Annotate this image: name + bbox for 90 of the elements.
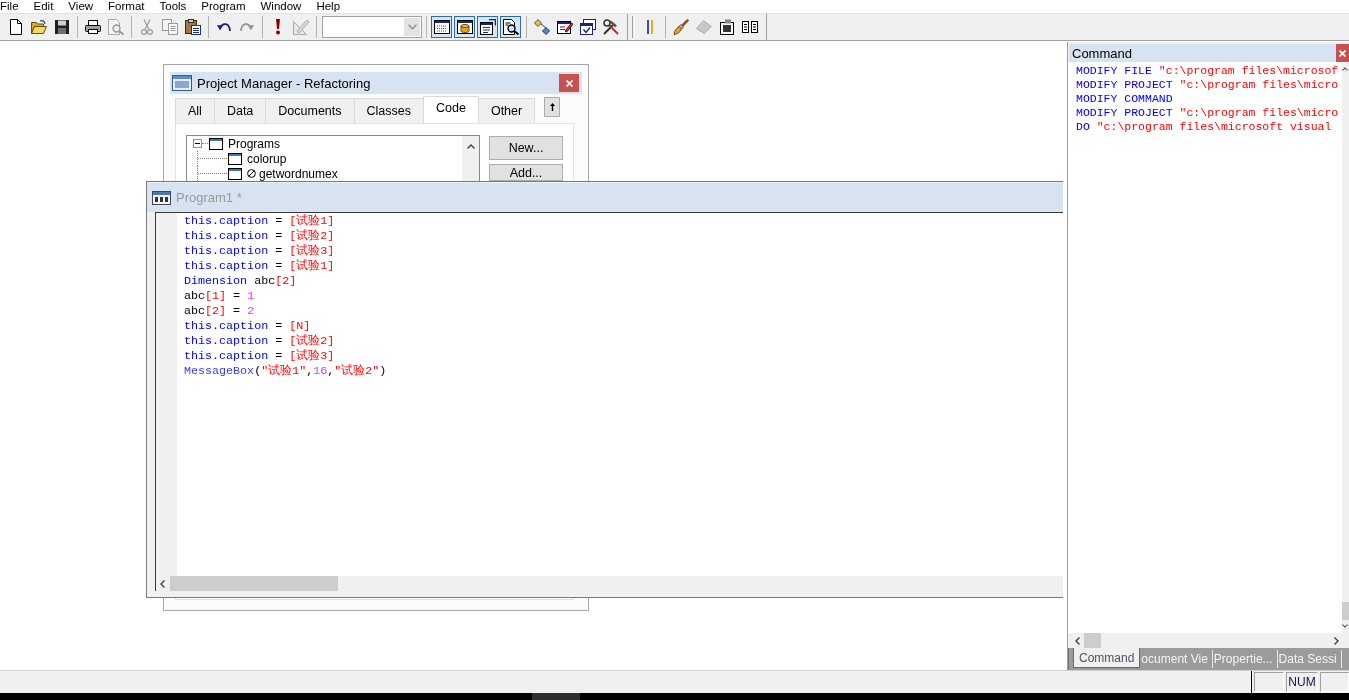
window-icon	[152, 190, 171, 205]
window-list-icon	[433, 20, 450, 34]
menu-item[interactable]: File	[0, 0, 19, 13]
command-line: MODIFY FILE "c:\program files\microsof	[1076, 64, 1339, 78]
window-pencil-icon	[556, 19, 573, 35]
toolbar-button[interactable]	[431, 16, 452, 38]
clipboard-icon	[184, 19, 201, 35]
scrollbar-thumb[interactable]	[1342, 602, 1349, 620]
square-frame-icon	[719, 19, 734, 35]
connector-icon	[533, 19, 550, 35]
menu-item[interactable]: Program	[201, 0, 246, 13]
window-title: Program1 *	[176, 190, 242, 205]
window-icon	[228, 152, 242, 165]
printer-icon	[84, 20, 101, 34]
close-button[interactable]	[1336, 44, 1349, 62]
exclamation-icon	[274, 19, 281, 35]
code-line: this.caption = [试验1]	[184, 259, 335, 274]
tab[interactable]: Data	[213, 98, 267, 123]
tab[interactable]: All	[175, 98, 215, 123]
status-panel	[1320, 672, 1349, 692]
ruler-pencil-icon	[292, 19, 309, 35]
collapse-button[interactable]	[544, 97, 561, 117]
tree-item[interactable]: colorup	[247, 151, 287, 166]
tab[interactable]: Other	[477, 98, 536, 123]
command-line: MODIFY COMMAND	[1076, 92, 1173, 106]
arrow-up-icon	[549, 103, 555, 111]
status-indicator: NUM	[1286, 672, 1318, 692]
window-title: Project Manager - Refactoring	[197, 75, 371, 91]
action-button[interactable]: New...	[489, 136, 563, 160]
window-properties-icon	[479, 19, 496, 35]
menu-item[interactable]: Edit	[33, 0, 54, 13]
chevron-up-icon	[1342, 67, 1348, 71]
scrollbar-thumb[interactable]	[1084, 633, 1101, 648]
toolbar-button[interactable]	[477, 16, 498, 38]
code-line: abc[1] = 1	[184, 289, 255, 304]
menu-item[interactable]: Help	[316, 0, 341, 13]
tab[interactable]: Documents	[265, 98, 355, 123]
close-icon	[1339, 49, 1346, 57]
menu-item[interactable]: Tools	[159, 0, 187, 13]
chevron-right-icon	[1334, 636, 1339, 645]
undo-arrow-icon	[216, 22, 231, 32]
open-folder-icon	[30, 20, 47, 34]
chevron-down-icon	[407, 24, 417, 30]
paintbrush-icon	[672, 19, 689, 35]
chevron-up-icon	[466, 144, 475, 149]
tree-item[interactable]: Programs	[228, 136, 280, 151]
code-line: this.caption = [试验3]	[184, 244, 335, 259]
window-icon	[172, 75, 192, 91]
command-line: MODIFY PROJECT "c:\program files\micro	[1076, 106, 1339, 120]
code-line: this.caption = [试验2]	[184, 229, 335, 244]
menu-item[interactable]: Window	[260, 0, 302, 13]
scissors-icon	[140, 19, 153, 35]
tab[interactable]: Code	[423, 96, 479, 123]
command-line: MODIFY PROJECT "c:\program files\micro	[1076, 78, 1339, 92]
hammer-wrench-icon	[602, 19, 619, 35]
code-line: this.caption = [试验1]	[184, 214, 335, 229]
page-magnifier-icon	[107, 19, 124, 35]
two-bars-icon	[646, 20, 653, 34]
menu-item[interactable]: Format	[108, 0, 145, 13]
two-columns-icon	[741, 21, 758, 33]
code-line: this.caption = [N]	[184, 319, 311, 334]
close-icon	[565, 79, 573, 87]
window-check-icon	[579, 19, 596, 35]
tree-item[interactable]: getwordnumex	[259, 166, 338, 181]
window-title: Command	[1072, 45, 1132, 61]
code-line: MessageBox("试验1",16,"试验2")	[184, 364, 387, 379]
command-line: DO "c:\program files\microsoft visual	[1076, 120, 1332, 134]
code-line: Dimension abc[2]	[184, 274, 297, 289]
redo-arrow-icon	[239, 22, 254, 32]
database-window-icon	[456, 20, 473, 34]
chevron-left-icon	[160, 579, 165, 588]
action-button[interactable]: Add...	[489, 164, 563, 181]
page-magnifier-icon	[502, 19, 519, 35]
chevron-left-icon	[1075, 636, 1080, 645]
close-button[interactable]	[559, 74, 579, 92]
chevron-down-icon	[1342, 624, 1348, 628]
scrollbar-thumb[interactable]	[170, 576, 338, 591]
code-line: this.caption = [试验2]	[184, 334, 335, 349]
diamond-icon	[695, 20, 712, 34]
code-line: abc[2] = 2	[184, 304, 255, 319]
menu-item[interactable]: View	[68, 0, 94, 13]
tab[interactable]: Command	[1073, 648, 1141, 668]
tab[interactable]: Classes	[353, 98, 424, 123]
toolbar-button[interactable]	[454, 16, 475, 38]
toolbar-button[interactable]	[500, 16, 521, 38]
code-line: this.caption = [试验3]	[184, 349, 335, 364]
minus-box-icon[interactable]	[193, 139, 202, 148]
new-page-icon	[9, 19, 22, 35]
status-panel	[1254, 672, 1284, 692]
copy-pages-icon	[161, 19, 178, 35]
